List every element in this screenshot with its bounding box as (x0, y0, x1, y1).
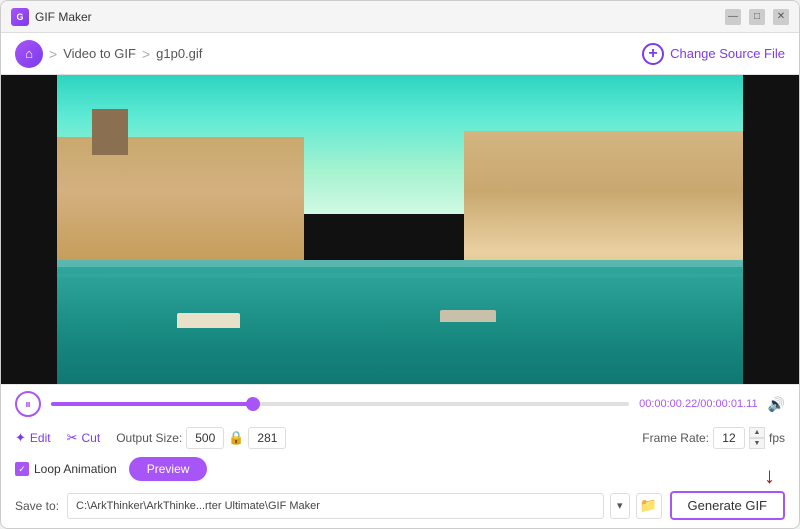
preview-button[interactable]: Preview (129, 457, 208, 481)
edit-button[interactable]: ✦ Edit (15, 430, 51, 446)
output-size-label: Output Size: (116, 431, 182, 445)
pause-button[interactable]: ⏸ (15, 391, 41, 417)
generate-gif-button[interactable]: Generate GIF (670, 491, 785, 520)
change-source-icon: + (642, 43, 664, 65)
change-source-button[interactable]: + Change Source File (642, 43, 785, 65)
app-icon: G (11, 8, 29, 26)
time-current: 00:00:00.22 (639, 398, 697, 410)
close-button[interactable]: ✕ (773, 9, 789, 25)
app-title: GIF Maker (35, 10, 92, 24)
title-bar-controls: — □ ✕ (725, 9, 789, 25)
wand-icon: ✦ (15, 430, 26, 446)
video-frame (1, 75, 799, 384)
controls-bar: ⏸ 00:00:00.22/00:00:01.11 🔊 ✦ Edit ✂ Cut (1, 384, 799, 528)
loop-animation-checkbox-label[interactable]: ✓ Loop Animation (15, 462, 117, 476)
save-row: Save to: ▾ 📁 ↓ Generate GIF (15, 485, 785, 522)
scissors-icon: ✂ (67, 430, 78, 446)
save-path-row: ▾ 📁 (67, 493, 661, 519)
app-window: G GIF Maker — □ ✕ ⌂ > Video to GIF > g1p… (0, 0, 800, 529)
progress-bar[interactable] (51, 402, 629, 406)
cut-button[interactable]: ✂ Cut (67, 430, 101, 446)
volume-icon[interactable]: 🔊 (768, 396, 785, 413)
time-display: 00:00:00.22/00:00:01.11 (639, 398, 757, 410)
output-size-group: Output Size: 🔒 (116, 427, 286, 449)
change-source-label: Change Source File (670, 46, 785, 61)
loop-preview-row: ✓ Loop Animation Preview (15, 453, 785, 485)
pillar-left (1, 75, 57, 384)
output-height-input[interactable] (248, 427, 286, 449)
breadcrumb-separator-2: > (142, 46, 150, 62)
breadcrumb-video-to-gif[interactable]: Video to GIF (63, 46, 136, 61)
open-folder-button[interactable]: 📁 (636, 493, 662, 519)
fps-up-button[interactable]: ▲ (749, 427, 765, 438)
frame-rate-input[interactable] (713, 427, 745, 449)
lock-icon[interactable]: 🔒 (228, 430, 244, 446)
nav-bar: ⌂ > Video to GIF > g1p0.gif + Change Sou… (1, 33, 799, 75)
cut-label: Cut (82, 431, 101, 445)
pillar-right (743, 75, 799, 384)
playback-row: ⏸ 00:00:00.22/00:00:01.11 🔊 (15, 391, 785, 417)
frame-rate-group: Frame Rate: ▲ ▼ fps (642, 427, 785, 449)
arrow-indicator: ↓ (764, 463, 775, 489)
frame-rate-label: Frame Rate: (642, 431, 709, 445)
video-area (1, 75, 799, 384)
save-to-label: Save to: (15, 499, 59, 513)
folder-icon: 📁 (640, 497, 657, 514)
loop-animation-label: Loop Animation (34, 462, 117, 476)
minimize-button[interactable]: — (725, 9, 741, 25)
save-path-input[interactable] (67, 493, 604, 519)
generate-btn-wrapper: ↓ Generate GIF (670, 491, 785, 520)
title-bar: G GIF Maker — □ ✕ (1, 1, 799, 33)
breadcrumb-separator: > (49, 46, 57, 62)
save-path-dropdown-button[interactable]: ▾ (610, 493, 630, 519)
nav-left: ⌂ > Video to GIF > g1p0.gif (15, 40, 642, 68)
progress-filled (51, 402, 253, 406)
title-bar-left: G GIF Maker (11, 8, 725, 26)
maximize-button[interactable]: □ (749, 9, 765, 25)
home-icon[interactable]: ⌂ (15, 40, 43, 68)
progress-thumb[interactable] (246, 397, 260, 411)
time-total: 00:00:01.11 (700, 398, 757, 410)
edit-label: Edit (30, 431, 51, 445)
edit-row: ✦ Edit ✂ Cut Output Size: 🔒 Frame Rate: … (15, 423, 785, 453)
fps-spinner: ▲ ▼ (749, 427, 765, 449)
breadcrumb-filename: g1p0.gif (156, 46, 202, 61)
loop-animation-checkbox[interactable]: ✓ (15, 462, 29, 476)
pause-icon: ⏸ (25, 397, 31, 412)
fps-label: fps (769, 431, 785, 445)
output-width-input[interactable] (186, 427, 224, 449)
fps-down-button[interactable]: ▼ (749, 438, 765, 449)
